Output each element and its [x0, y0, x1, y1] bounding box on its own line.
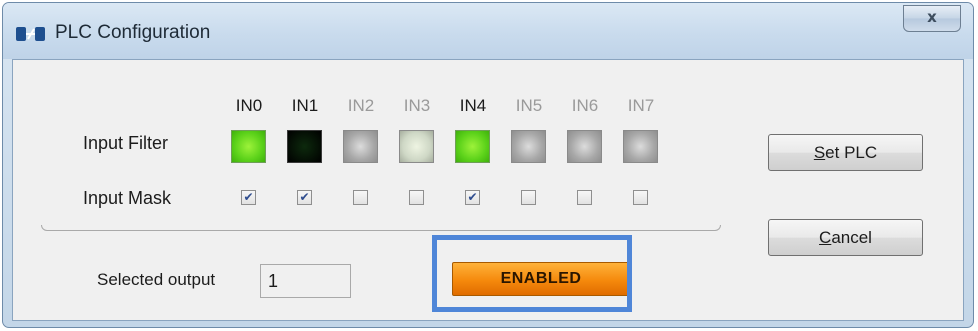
selected-output-field[interactable]: 1: [260, 264, 351, 298]
checkmark-icon: ✔: [467, 190, 478, 204]
channel-label-in6: IN6: [571, 96, 599, 115]
checkmark-icon: ✔: [243, 190, 254, 204]
input-filter-led-in6[interactable]: [567, 130, 602, 163]
input-mask-checkbox-in5[interactable]: ✔: [521, 190, 536, 205]
checkmark-icon: ✔: [299, 190, 310, 204]
selected-output-label: Selected output: [97, 270, 216, 289]
input-mask-checkbox-in0[interactable]: ✔: [241, 190, 256, 205]
group-divider: [41, 225, 721, 231]
channel-label-in5: IN5: [515, 96, 543, 115]
channel-label-in2: IN2: [347, 96, 375, 115]
channel-label-in0: IN0: [235, 96, 263, 115]
close-icon: x: [927, 8, 937, 26]
highlight-box: [432, 235, 632, 312]
cancel-button[interactable]: Cancel: [768, 219, 923, 256]
input-filter-led-in4[interactable]: [455, 130, 490, 163]
title-bar[interactable]: PLC Configuration x: [3, 3, 973, 59]
input-mask-checkbox-in2[interactable]: ✔: [353, 190, 368, 205]
input-mask-checkbox-in4[interactable]: ✔: [465, 190, 480, 205]
input-mask-checkbox-in3[interactable]: ✔: [409, 190, 424, 205]
input-filter-led-in5[interactable]: [511, 130, 546, 163]
input-filter-label: Input Filter: [83, 133, 169, 153]
input-mask-checkbox-in1[interactable]: ✔: [297, 190, 312, 205]
plc-app-icon: [16, 27, 45, 41]
input-filter-led-in3[interactable]: [399, 130, 434, 163]
channel-label-in1: IN1: [291, 96, 319, 115]
window-title: PLC Configuration: [55, 22, 211, 43]
set-plc-button[interactable]: Set PLC: [768, 134, 923, 171]
channel-label-in3: IN3: [403, 96, 431, 115]
channel-label-in7: IN7: [627, 96, 655, 115]
close-button[interactable]: x: [903, 5, 961, 32]
input-filter-led-in7[interactable]: [623, 130, 658, 163]
channel-label-in4: IN4: [459, 96, 487, 115]
input-mask-checkbox-in7[interactable]: ✔: [633, 190, 648, 205]
input-mask-label: Input Mask: [83, 188, 172, 208]
input-filter-led-in1[interactable]: [287, 130, 322, 163]
input-filter-led-in2[interactable]: [343, 130, 378, 163]
input-filter-led-in0[interactable]: [231, 130, 266, 163]
input-mask-checkbox-in6[interactable]: ✔: [577, 190, 592, 205]
